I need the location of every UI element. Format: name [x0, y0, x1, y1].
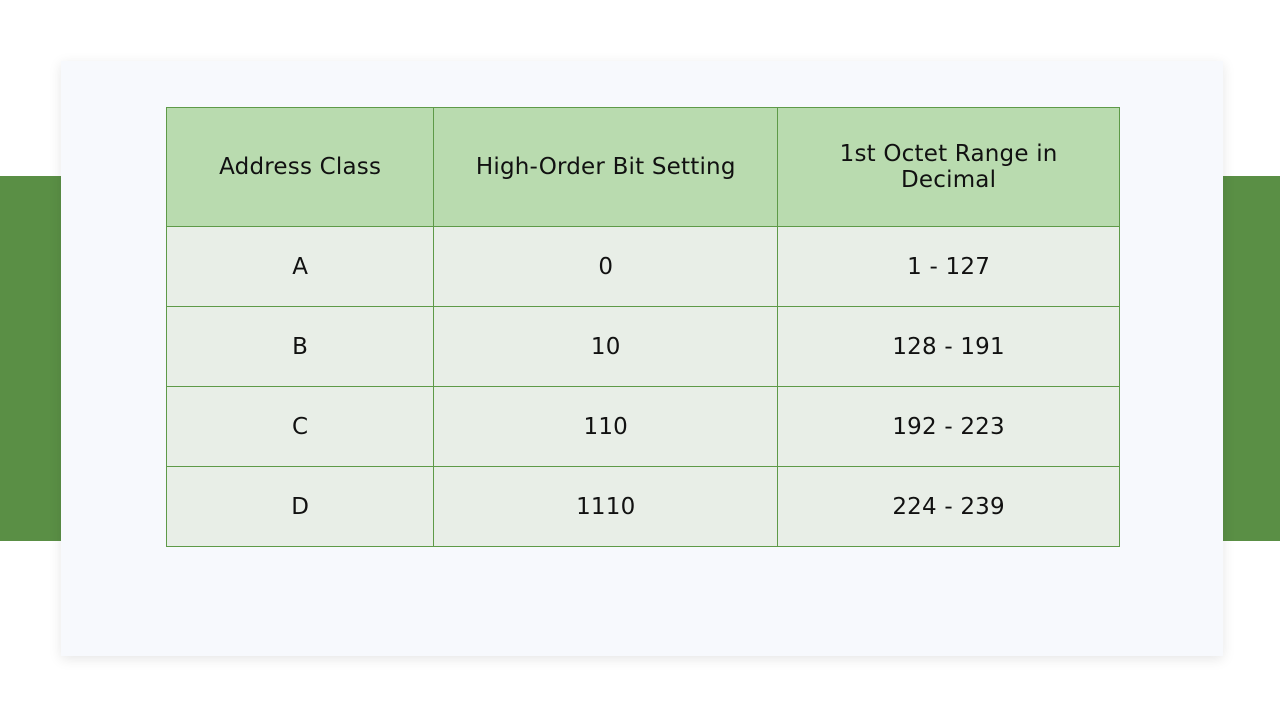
cell-range: 224 - 239	[777, 466, 1120, 547]
table-row: C 110 192 - 223	[165, 386, 1120, 467]
ip-address-class-table: Address Class High-Order Bit Setting 1st…	[165, 107, 1120, 547]
cell-bits: 110	[433, 386, 779, 467]
header-high-order-bit: High-Order Bit Setting	[433, 107, 779, 227]
cell-bits: 1110	[433, 466, 779, 547]
table-row: D 1110 224 - 239	[165, 466, 1120, 547]
header-first-octet-range: 1st Octet Range in Decimal	[777, 107, 1120, 227]
cell-class: A	[165, 226, 435, 307]
cell-range: 192 - 223	[777, 386, 1120, 467]
cell-bits: 0	[433, 226, 779, 307]
header-address-class: Address Class	[165, 107, 435, 227]
cell-class: D	[165, 466, 435, 547]
table-row: A 0 1 - 127	[165, 226, 1120, 307]
cell-range: 128 - 191	[777, 306, 1120, 387]
cell-bits: 10	[433, 306, 779, 387]
cell-class: B	[165, 306, 435, 387]
slide-card: Address Class High-Order Bit Setting 1st…	[61, 61, 1223, 656]
cell-range: 1 - 127	[777, 226, 1120, 307]
table-row: B 10 128 - 191	[165, 306, 1120, 387]
cell-class: C	[165, 386, 435, 467]
table-header-row: Address Class High-Order Bit Setting 1st…	[165, 107, 1120, 227]
